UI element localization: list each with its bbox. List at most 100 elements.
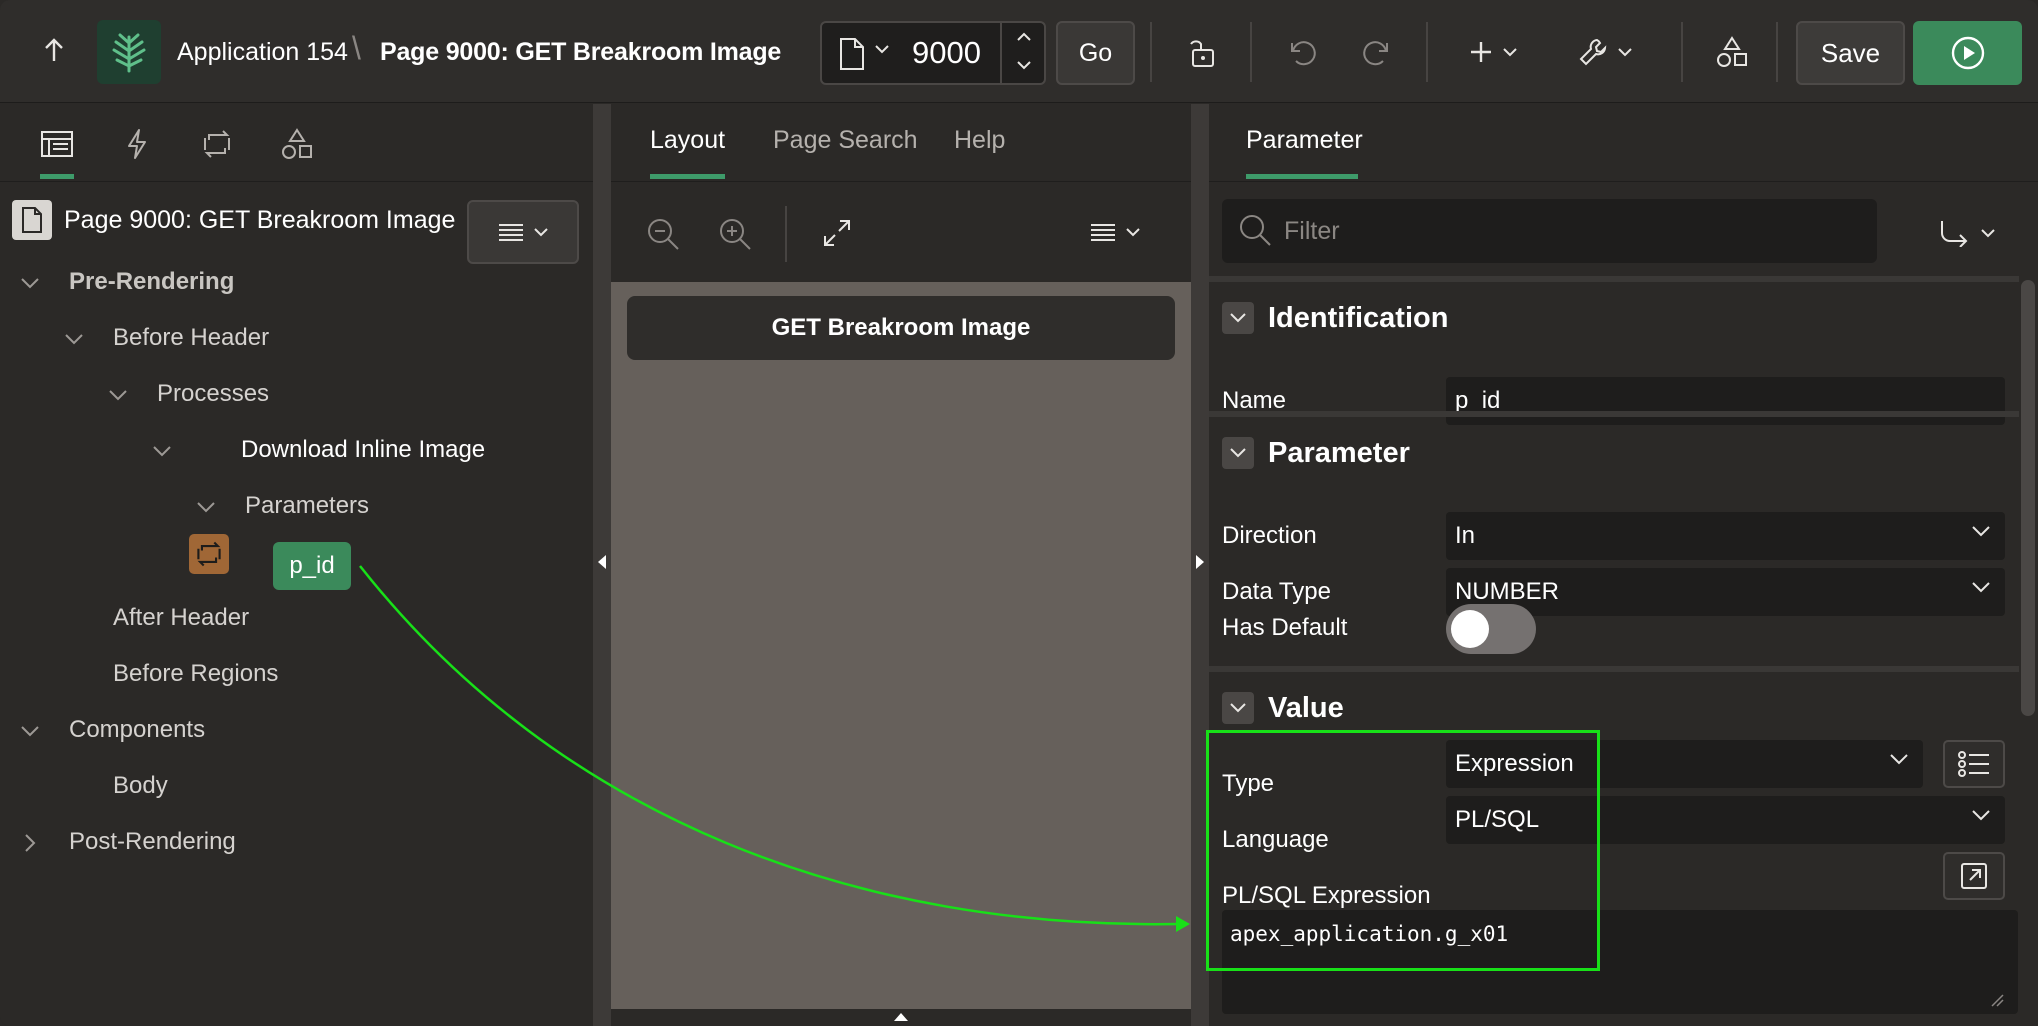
page-icon	[838, 37, 866, 71]
hamburger-icon	[1089, 222, 1117, 242]
toolbar-divider	[785, 206, 787, 262]
page-icon	[12, 200, 52, 240]
rendering-tab-icon[interactable]	[37, 124, 77, 164]
layout-menu-button[interactable]	[1089, 222, 1141, 242]
tree-root-page[interactable]: Page 9000: GET Breakroom Image	[12, 200, 455, 240]
tree-item-processes[interactable]: Processes	[157, 374, 269, 414]
section-identification[interactable]: Identification	[1222, 294, 2012, 342]
layout-canvas[interactable]: GET Breakroom Image	[611, 282, 1191, 1009]
active-tab-indicator	[650, 174, 725, 179]
utilities-menu-button[interactable]	[1572, 32, 1638, 72]
toggle-knob	[1451, 610, 1489, 648]
tree-item-components[interactable]: Components	[69, 710, 205, 750]
resize-grip-icon[interactable]	[1990, 993, 2004, 1007]
chevron-down-icon	[1617, 46, 1633, 58]
section-title: Identification	[1268, 301, 1449, 334]
tree-item-p-id-selected[interactable]: p_id	[273, 542, 351, 590]
tree-item-parameters[interactable]: Parameters	[245, 486, 369, 526]
toolbar-divider	[1426, 22, 1428, 82]
tree-menu-button[interactable]	[467, 200, 579, 264]
create-menu-button[interactable]	[1463, 32, 1523, 72]
unlock-icon[interactable]	[1180, 30, 1224, 74]
data-type-select[interactable]: NUMBER	[1446, 568, 2005, 616]
play-icon	[1950, 35, 1986, 71]
scrollbar[interactable]	[2021, 280, 2035, 716]
chevron-down-icon[interactable]	[17, 718, 43, 744]
go-button[interactable]: Go	[1056, 21, 1135, 85]
page-region-title[interactable]: GET Breakroom Image	[627, 296, 1175, 360]
tree-item-before-header[interactable]: Before Header	[113, 318, 269, 358]
expand-up-icon[interactable]	[893, 1012, 909, 1022]
tab-parameter[interactable]: Parameter	[1246, 126, 1363, 155]
plus-icon	[1468, 39, 1494, 65]
middle-panel-tabs: Layout Page Search Help	[611, 104, 1191, 182]
shared-components-icon[interactable]	[1710, 30, 1754, 74]
left-splitter[interactable]	[593, 104, 611, 1026]
section-title: Parameter	[1268, 436, 1410, 469]
filter-input[interactable]	[1284, 213, 1864, 249]
active-tab-indicator	[1246, 174, 1358, 179]
application-title[interactable]: Application 154	[177, 34, 348, 70]
tree-item-body[interactable]: Body	[113, 766, 168, 806]
tree-item-before-regions[interactable]: Before Regions	[113, 654, 278, 694]
zoom-in-icon[interactable]	[717, 216, 753, 252]
name-field[interactable]: p_id	[1446, 377, 2005, 425]
chevron-right-icon[interactable]	[17, 830, 43, 856]
list-icon	[1957, 750, 1991, 778]
wrench-icon	[1577, 36, 1609, 68]
tab-page-search[interactable]: Page Search	[773, 126, 918, 166]
tree-item-download-inline-image[interactable]: Download Inline Image	[241, 430, 485, 470]
tree-root-label: Page 9000: GET Breakroom Image	[64, 205, 456, 234]
active-tab-indicator	[40, 174, 74, 179]
property-editor-tabs: Parameter	[1209, 104, 2038, 182]
dynamic-actions-tab-icon[interactable]	[117, 124, 157, 164]
chevron-down-icon[interactable]	[1016, 59, 1032, 71]
list-of-values-button[interactable]	[1943, 740, 2005, 788]
filter-field[interactable]	[1222, 199, 1877, 263]
section-parameter[interactable]: Parameter	[1222, 429, 2012, 477]
chevron-down-icon	[533, 226, 549, 238]
zoom-out-icon[interactable]	[645, 216, 681, 252]
direction-select[interactable]: In	[1446, 512, 2005, 560]
tree-item-pre-rendering[interactable]: Pre-Rendering	[69, 262, 234, 302]
collapse-left-icon[interactable]	[597, 554, 607, 570]
chevron-down-icon[interactable]	[105, 382, 131, 408]
section-divider	[1209, 666, 2019, 672]
undo-icon[interactable]	[1283, 32, 1323, 72]
chevron-down-icon[interactable]	[874, 43, 890, 55]
page-designer: Application 154 \ Page 9000: GET Breakro…	[0, 0, 2038, 1026]
section-value[interactable]: Value	[1222, 684, 2012, 732]
chevron-down-icon[interactable]	[17, 270, 43, 296]
chevron-down-icon[interactable]	[61, 326, 87, 352]
chevron-down-icon[interactable]	[1222, 302, 1254, 334]
collapse-right-icon[interactable]	[1195, 554, 1205, 570]
processing-tab-icon[interactable]	[197, 124, 237, 164]
expand-icon[interactable]	[822, 218, 852, 248]
tree-item-post-rendering[interactable]: Post-Rendering	[69, 822, 236, 862]
app-logo-icon[interactable]	[97, 20, 161, 84]
chevron-down-icon[interactable]	[1222, 437, 1254, 469]
go-to-group-button[interactable]	[1917, 208, 2017, 258]
chevron-down-icon	[1980, 227, 1996, 239]
has-default-toggle[interactable]	[1446, 604, 1536, 654]
redo-icon[interactable]	[1356, 32, 1396, 72]
tree-item-after-header[interactable]: After Header	[113, 598, 249, 638]
left-panel-tabs	[0, 104, 593, 182]
tab-layout[interactable]: Layout	[650, 126, 725, 166]
page-number-stepper[interactable]	[1000, 23, 1046, 83]
up-arrow-icon[interactable]	[34, 30, 74, 70]
shared-components-tab-icon[interactable]	[277, 124, 317, 164]
chevron-down-icon[interactable]	[149, 438, 175, 464]
open-code-editor-button[interactable]	[1943, 852, 2005, 900]
chevron-down-icon[interactable]	[193, 494, 219, 520]
chevron-down-icon	[1971, 808, 1991, 822]
page-number-input[interactable]: 9000	[912, 35, 981, 71]
chevron-down-icon[interactable]	[1222, 692, 1254, 724]
arrow-turn-down-right-icon	[1938, 219, 1972, 247]
chevron-up-icon[interactable]	[1016, 31, 1032, 43]
run-button[interactable]	[1913, 21, 2022, 85]
toolbar-divider	[1150, 22, 1152, 82]
page-selector[interactable]: 9000	[820, 21, 1046, 85]
tab-help[interactable]: Help	[954, 126, 1005, 166]
save-button[interactable]: Save	[1796, 21, 1905, 85]
